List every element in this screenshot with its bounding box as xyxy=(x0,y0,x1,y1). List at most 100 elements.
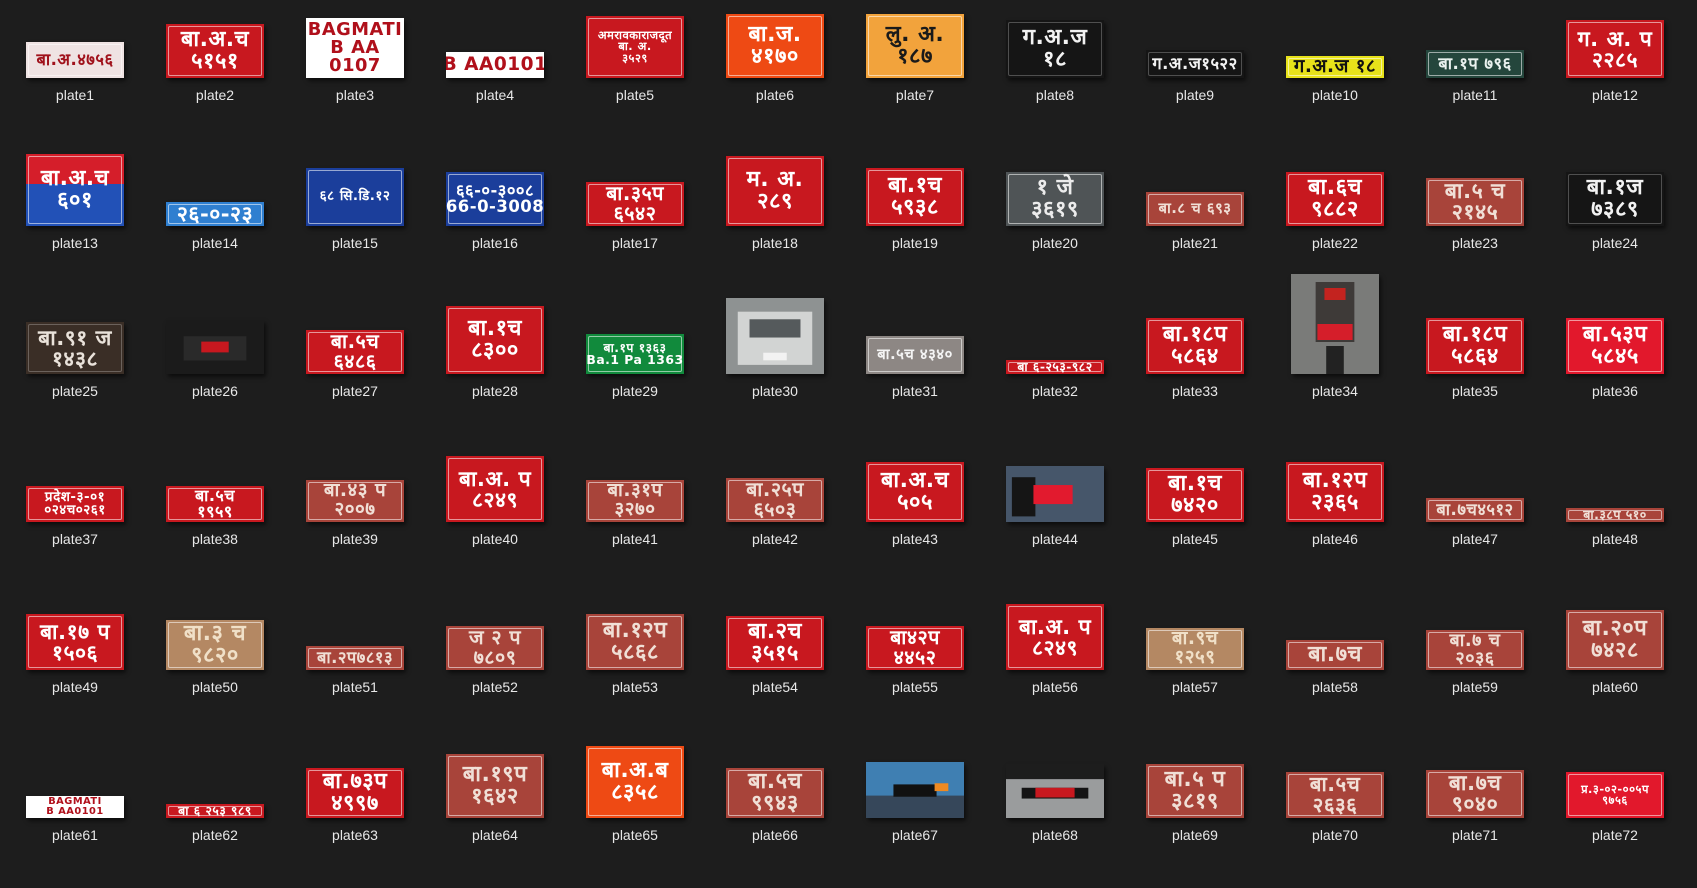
gallery-item[interactable]: BAGMATI B AA 0107 plate3 xyxy=(285,0,425,148)
plate-thumbnail[interactable]: बा.अ.च ५१५१ xyxy=(166,24,264,78)
file-name-label[interactable]: plate27 xyxy=(332,383,378,399)
gallery-item[interactable]: plate44 xyxy=(985,444,1125,592)
file-name-label[interactable]: plate10 xyxy=(1312,87,1358,103)
gallery-item[interactable]: बा ६ २५३ ९८९ plate62 xyxy=(145,740,285,888)
gallery-item[interactable]: बा.५३प ५८४५ plate36 xyxy=(1545,296,1685,444)
plate-thumbnail[interactable]: बा.३५प ६५४२ xyxy=(586,182,684,226)
file-name-label[interactable]: plate41 xyxy=(612,531,658,547)
file-name-label[interactable]: plate56 xyxy=(1032,679,1078,695)
plate-thumbnail[interactable]: बा.१८प ५८६४ xyxy=(1146,318,1244,374)
file-name-label[interactable]: plate2 xyxy=(196,87,234,103)
plate-thumbnail[interactable]: बा.३१प ३२७० xyxy=(586,480,684,522)
gallery-item[interactable]: ६६-०-३००८ 66-0-3008 plate16 xyxy=(425,148,565,296)
file-name-label[interactable]: plate60 xyxy=(1592,679,1638,695)
plate-thumbnail[interactable]: बा.६च ९८८२ xyxy=(1286,172,1384,226)
gallery-item[interactable]: ६८ सि.डि.१२ plate15 xyxy=(285,148,425,296)
file-name-label[interactable]: plate45 xyxy=(1172,531,1218,547)
gallery-item[interactable]: बा.२५प ६५०३ plate42 xyxy=(705,444,845,592)
file-name-label[interactable]: plate20 xyxy=(1032,235,1078,251)
gallery-item[interactable]: बा.५च २६३६ plate70 xyxy=(1265,740,1405,888)
gallery-item[interactable]: plate26 xyxy=(145,296,285,444)
gallery-item[interactable]: बा.५च ४३४० plate31 xyxy=(845,296,985,444)
plate-thumbnail[interactable]: ज २ प ७८०९ xyxy=(446,626,544,670)
gallery-item[interactable]: बा.१८प ५८६४ plate35 xyxy=(1405,296,1545,444)
plate-thumbnail[interactable]: बा.८ च ६९३ xyxy=(1146,192,1244,226)
gallery-item[interactable]: बा.५च १९५९ plate38 xyxy=(145,444,285,592)
plate-thumbnail[interactable]: बा.७ च २०३६ xyxy=(1426,630,1524,670)
gallery-item[interactable]: बा.अ.च ५०५ plate43 xyxy=(845,444,985,592)
gallery-item[interactable]: ज २ प ७८०९ plate52 xyxy=(425,592,565,740)
gallery-item[interactable]: बा.अ.४७५६ plate1 xyxy=(5,0,145,148)
plate-thumbnail[interactable]: बा.अ.४७५६ xyxy=(26,42,124,78)
gallery-item[interactable]: बा.९१ ज १४३८ plate25 xyxy=(5,296,145,444)
file-name-label[interactable]: plate34 xyxy=(1312,383,1358,399)
gallery-item[interactable]: बा.३१प ३२७० plate41 xyxy=(565,444,705,592)
file-name-label[interactable]: plate17 xyxy=(612,235,658,251)
gallery-item[interactable]: ग.अ.ज१५२२ plate9 xyxy=(1125,0,1265,148)
gallery-item[interactable]: बा.१प ७९६ plate11 xyxy=(1405,0,1545,148)
file-name-label[interactable]: plate3 xyxy=(336,87,374,103)
gallery-item[interactable]: प्रदेश-३-०१ ०२४च०२६१ plate37 xyxy=(5,444,145,592)
plate-thumbnail[interactable]: बा.५च ६४८६ xyxy=(306,330,404,374)
plate-thumbnail[interactable] xyxy=(866,762,964,818)
file-name-label[interactable]: plate14 xyxy=(192,235,238,251)
plate-thumbnail[interactable]: बा.१प १३६३ Ba.1 Pa 1363 xyxy=(586,334,684,374)
gallery-item[interactable]: बा.अ.च ६०१ plate13 xyxy=(5,148,145,296)
file-name-label[interactable]: plate5 xyxy=(616,87,654,103)
file-name-label[interactable]: plate35 xyxy=(1452,383,1498,399)
gallery-item[interactable]: बा.१८प ५८६४ plate33 xyxy=(1125,296,1265,444)
plate-thumbnail[interactable] xyxy=(1291,274,1379,374)
plate-thumbnail[interactable]: बा.३८प ५१० xyxy=(1566,508,1664,522)
file-name-label[interactable]: plate58 xyxy=(1312,679,1358,695)
file-name-label[interactable]: plate42 xyxy=(752,531,798,547)
file-name-label[interactable]: plate11 xyxy=(1453,87,1498,103)
file-name-label[interactable]: plate21 xyxy=(1172,235,1218,251)
plate-thumbnail[interactable]: ग.अ.ज १८ xyxy=(1006,20,1104,78)
plate-thumbnail[interactable]: बा४२प ४४५२ xyxy=(866,626,964,670)
gallery-item[interactable]: बा.१७ प १५०६ plate49 xyxy=(5,592,145,740)
file-name-label[interactable]: plate32 xyxy=(1032,383,1078,399)
gallery-item[interactable]: अमरावकाराजदूत बा. अ. ३५२९ plate5 xyxy=(565,0,705,148)
gallery-item[interactable]: बा.१ज ७३८९ plate24 xyxy=(1545,148,1685,296)
plate-thumbnail[interactable]: बा.१ज ७३८९ xyxy=(1566,172,1664,226)
plate-thumbnail[interactable]: बा.१२प २३६५ xyxy=(1286,462,1384,522)
plate-thumbnail[interactable]: बा.७च ९०४० xyxy=(1426,770,1524,818)
file-name-label[interactable]: plate23 xyxy=(1452,235,1498,251)
gallery-item[interactable]: ग. अ. प २२८५ plate12 xyxy=(1545,0,1685,148)
plate-thumbnail[interactable]: बा.१प ७९६ xyxy=(1426,50,1524,78)
plate-thumbnail[interactable]: म. अ. २८९ xyxy=(726,156,824,226)
gallery-item[interactable]: लु. अ. १८७ plate7 xyxy=(845,0,985,148)
file-name-label[interactable]: plate49 xyxy=(52,679,98,695)
gallery-item[interactable]: बा.१च ८३०० plate28 xyxy=(425,296,565,444)
plate-thumbnail[interactable]: बा.७च४५१२ xyxy=(1426,498,1524,522)
gallery-item[interactable]: plate30 xyxy=(705,296,845,444)
plate-thumbnail[interactable]: बा.अ.च ६०१ xyxy=(26,154,124,226)
gallery-item[interactable]: बा.अ. प ८२४९ plate56 xyxy=(985,592,1125,740)
plate-thumbnail[interactable]: बा.१७ प १५०६ xyxy=(26,614,124,670)
gallery-item[interactable]: बा.७च plate58 xyxy=(1265,592,1405,740)
file-name-label[interactable]: plate57 xyxy=(1172,679,1218,695)
file-name-label[interactable]: plate40 xyxy=(472,531,518,547)
gallery-item[interactable]: ग.अ.ज १८ plate8 xyxy=(985,0,1125,148)
plate-thumbnail[interactable]: बा.५३प ५८४५ xyxy=(1566,318,1664,374)
gallery-item[interactable]: बा.१२प ५८६८ plate53 xyxy=(565,592,705,740)
plate-thumbnail[interactable]: बा.२प७८१३ xyxy=(306,646,404,670)
gallery-item[interactable]: बा४२प ४४५२ plate55 xyxy=(845,592,985,740)
plate-thumbnail[interactable]: बा.१च ७४२० xyxy=(1146,468,1244,522)
file-name-label[interactable]: plate16 xyxy=(472,235,518,251)
gallery-item[interactable]: बा.४३ प २००७ plate39 xyxy=(285,444,425,592)
gallery-item[interactable]: बा.५च ९९४३ plate66 xyxy=(705,740,845,888)
gallery-item[interactable]: बा.३५प ६५४२ plate17 xyxy=(565,148,705,296)
gallery-item[interactable]: बा.१२प २३६५ plate46 xyxy=(1265,444,1405,592)
plate-thumbnail[interactable]: बा.२०प ७४२८ xyxy=(1566,610,1664,670)
file-name-label[interactable]: plate38 xyxy=(192,531,238,547)
plate-thumbnail[interactable] xyxy=(1006,466,1104,522)
gallery-item[interactable]: बा.१च ५९३८ plate19 xyxy=(845,148,985,296)
file-name-label[interactable]: plate22 xyxy=(1312,235,1358,251)
plate-thumbnail[interactable]: ग. अ. प २२८५ xyxy=(1566,20,1664,78)
plate-thumbnail[interactable]: ग.अ.ज १८ xyxy=(1286,56,1384,78)
plate-thumbnail[interactable]: लु. अ. १८७ xyxy=(866,14,964,78)
gallery-item[interactable]: बा.५ च २१४५ plate23 xyxy=(1405,148,1545,296)
plate-thumbnail[interactable]: बा ६-२५३-९८२ xyxy=(1006,360,1104,374)
file-name-label[interactable]: plate9 xyxy=(1176,87,1214,103)
